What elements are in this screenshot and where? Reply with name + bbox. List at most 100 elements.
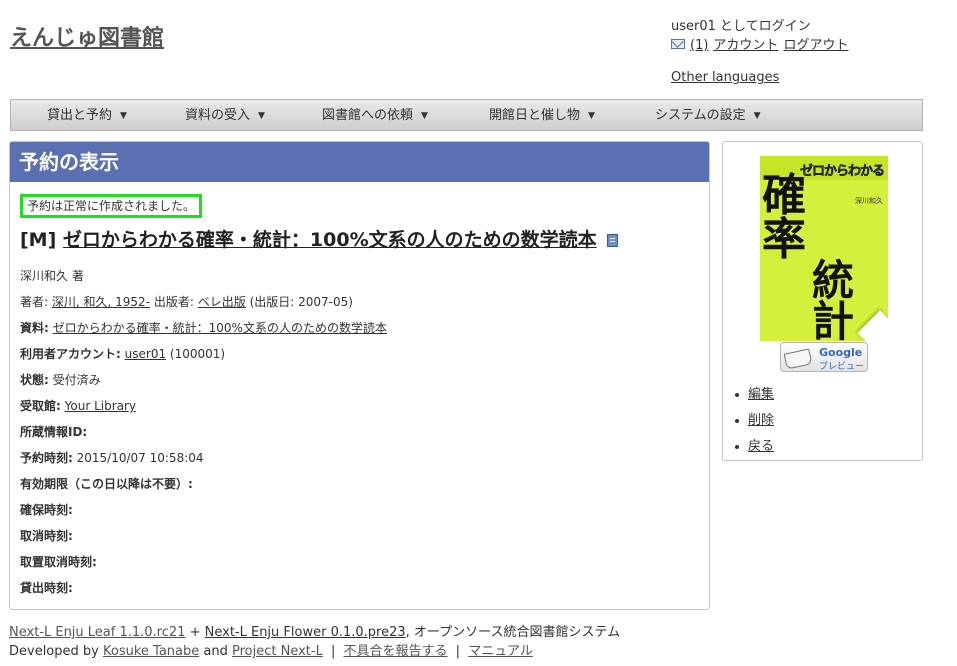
other-languages-link[interactable]: Other languages <box>671 70 779 85</box>
checkout-row: 貸出時刻: <box>20 579 73 596</box>
sidebar-actions: 編集 削除 戻る <box>734 382 774 460</box>
user-box: user01 としてログイン (1) アカウント ログアウト <box>671 17 848 55</box>
separator: | <box>330 644 336 659</box>
cover-title-char: 計 <box>812 297 855 342</box>
canceled-row: 取消時刻: <box>20 527 73 544</box>
enju-leaf-link[interactable]: Next-L Enju Leaf 1.1.0.rc21 <box>9 625 185 640</box>
edit-link[interactable]: 編集 <box>748 387 774 402</box>
resource-link[interactable]: ゼロからわかる確率・統計：100%文系の人のための数学読本 <box>53 321 387 335</box>
nav-item-events[interactable]: 開館日と催し物 ▼ <box>489 100 595 130</box>
canceled-label: 取消時刻: <box>20 529 73 543</box>
author-label: 著者: <box>20 295 49 309</box>
cover-title-char: 統 <box>812 256 855 305</box>
reserved-at-row: 予約時刻: 2015/10/07 10:58:04 <box>20 449 204 466</box>
retain-cancel-label: 取置取消時刻: <box>20 555 97 569</box>
report-bug-link[interactable]: 不具合を報告する <box>344 644 448 659</box>
nav-item-system-settings[interactable]: システムの設定 ▼ <box>655 100 761 130</box>
footer: Next-L Enju Leaf 1.1.0.rc21 + Next-L Enj… <box>9 623 620 661</box>
logout-link[interactable]: ログアウト <box>783 36 848 55</box>
item-id-label: 所蔵情報ID: <box>20 425 88 439</box>
nav-item-label: 図書館への依頼 <box>322 108 414 123</box>
resource-row: 資料: ゼロからわかる確率・統計：100%文系の人のための数学読本 <box>20 319 387 336</box>
open-book-icon <box>783 348 813 370</box>
account-link[interactable]: アカウント <box>713 36 778 55</box>
caret-down-icon: ▼ <box>421 111 428 121</box>
preview-label: プレビュー <box>819 362 865 372</box>
footer-line-2: Developed by Kosuke Tanabe and Project N… <box>9 642 620 661</box>
nav-item-label: 貸出と予約 <box>47 108 113 123</box>
author-publisher-row: 著者: 深川, 和久, 1952- 出版者: ベレ出版 (出版日: 2007-0… <box>20 293 353 310</box>
retained-label: 確保時刻: <box>20 503 73 517</box>
caret-down-icon: ▼ <box>120 111 127 121</box>
enju-flower-link[interactable]: Next-L Enju Flower 0.1.0.pre23 <box>205 625 406 640</box>
google-brand: Google <box>819 346 863 359</box>
publication-date: (出版日: 2007-05) <box>249 295 353 309</box>
and-text: and <box>203 644 228 659</box>
user-number: (100001) <box>169 347 226 361</box>
nav-item-label: システムの設定 <box>655 108 746 123</box>
developer-link[interactable]: Kosuke Tanabe <box>103 644 199 659</box>
reserved-at-label: 予約時刻: <box>20 451 73 465</box>
footer-tagline: , オープンソース統合図書館システム <box>405 625 621 640</box>
manual-link[interactable]: マニュアル <box>468 644 533 659</box>
book-title-link[interactable]: ゼロからわかる確率・統計：100%文系の人のための数学読本 <box>63 229 597 251</box>
footer-plus: + <box>189 625 201 640</box>
footer-line-1: Next-L Enju Leaf 1.1.0.rc21 + Next-L Enj… <box>9 623 620 642</box>
book-cover-image[interactable]: ゼロからわかる 確 率 統 計 深川和久 <box>760 156 888 341</box>
reserved-at-value: 2015/10/07 10:58:04 <box>76 451 204 465</box>
message-count-link[interactable]: (1) <box>690 36 708 55</box>
nav-item-requests[interactable]: 図書館への依頼 ▼ <box>322 100 428 130</box>
sidebar-item-back: 戻る <box>734 434 774 460</box>
delete-link[interactable]: 削除 <box>748 413 774 428</box>
state-label: 状態: <box>20 373 49 387</box>
page-curl-icon <box>857 310 888 341</box>
caret-down-icon: ▼ <box>588 111 595 121</box>
book-title: [M] ゼロからわかる確率・統計：100%文系の人のための数学読本 <box>20 225 619 252</box>
developed-by-text: Developed by <box>9 644 99 659</box>
publisher-label: 出版者: <box>153 295 194 309</box>
book-format-prefix: [M] <box>20 229 57 251</box>
state-value: 受付済み <box>52 373 101 387</box>
caret-down-icon: ▼ <box>753 111 761 121</box>
panel-header: 予約の表示 <box>10 142 709 182</box>
checkout-label: 貸出時刻: <box>20 581 73 595</box>
project-link[interactable]: Project Next-L <box>232 644 323 659</box>
expire-row: 有効期限（この日以降は不要）: <box>20 475 193 492</box>
expire-label: 有効期限（この日以降は不要）: <box>20 477 193 491</box>
pickup-library-row: 受取館: Your Library <box>20 397 136 414</box>
item-id-row: 所蔵情報ID: <box>20 423 87 440</box>
pickup-library-link[interactable]: Your Library <box>65 399 136 413</box>
cover-author: 深川和久 <box>855 197 883 205</box>
nav-item-circulation[interactable]: 貸出と予約 ▼ <box>47 100 127 130</box>
cover-kicker: ゼロからわかる <box>800 164 886 180</box>
publisher-link[interactable]: ベレ出版 <box>198 295 246 309</box>
back-link[interactable]: 戻る <box>748 439 774 454</box>
google-preview-button[interactable]: Google プレビュー <box>780 342 868 372</box>
main-nav: 貸出と予約 ▼ 資料の受入 ▼ 図書館への依頼 ▼ 開館日と催し物 ▼ システムの設定 ▼ <box>10 99 923 131</box>
book-icon <box>607 234 619 247</box>
user-account-row: 利用者アカウント: user01 (100001) <box>20 345 225 362</box>
nav-item-label: 開館日と催し物 <box>489 108 581 123</box>
retain-cancel-row: 取置取消時刻: <box>20 553 97 570</box>
sidebar-item-delete: 削除 <box>734 408 774 434</box>
separator: | <box>455 644 461 659</box>
state-row: 状態: 受付済み <box>20 371 101 388</box>
nav-item-label: 資料の受入 <box>185 108 251 123</box>
user-account-label: 利用者アカウント: <box>20 347 121 361</box>
pickup-library-label: 受取館: <box>20 399 61 413</box>
login-status: user01 としてログイン <box>671 19 811 34</box>
author-link[interactable]: 深川, 和久, 1952- <box>52 295 150 309</box>
site-title-link[interactable]: えんじゅ図書館 <box>10 20 164 52</box>
retained-row: 確保時刻: <box>20 501 73 518</box>
caret-down-icon: ▼ <box>258 111 265 121</box>
sidebar-item-edit: 編集 <box>734 382 774 408</box>
nav-item-acquisition[interactable]: 資料の受入 ▼ <box>185 100 265 130</box>
sidebar-panel: ゼロからわかる 確 率 統 計 深川和久 Google プレビュー 編集 削除 … <box>722 141 923 461</box>
mail-icon[interactable] <box>671 38 685 49</box>
reservation-panel: 予約の表示 予約は正常に作成されました。 [M] ゼロからわかる確率・統計：10… <box>9 141 710 610</box>
resource-label: 資料: <box>20 321 49 335</box>
user-account-link[interactable]: user01 <box>125 347 166 361</box>
success-notice: 予約は正常に作成されました。 <box>20 194 203 218</box>
cover-title-char: 率 <box>762 214 806 265</box>
statement-of-responsibility: 深川和久 著 <box>20 269 84 283</box>
